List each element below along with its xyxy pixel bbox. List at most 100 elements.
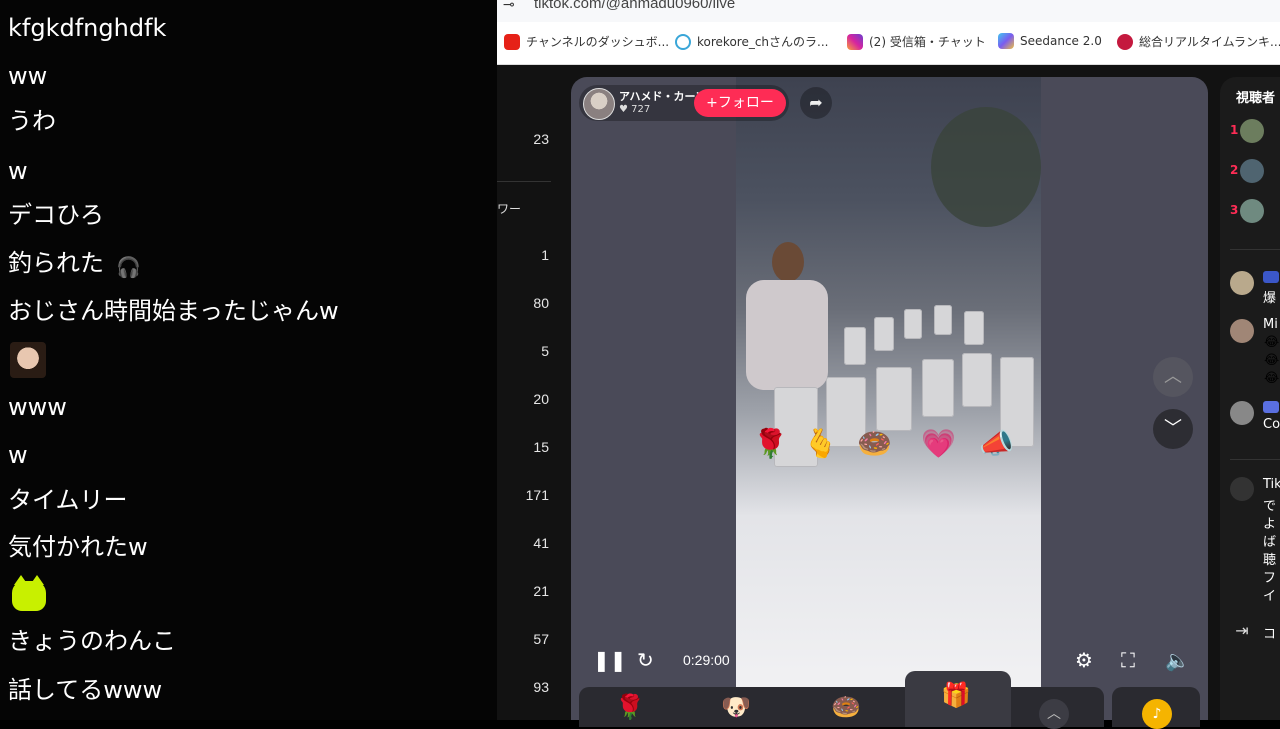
chat-message: www [8, 393, 67, 421]
chat-message: うわ [8, 107, 56, 135]
refresh-icon[interactable]: ↻ [637, 648, 654, 672]
expand-gifts-icon[interactable]: ︿ [1039, 699, 1069, 729]
bookmark-item[interactable]: korekore_chさんのラ... [675, 33, 828, 50]
divider [497, 181, 551, 182]
ranking-list: 23 ワー 1 80 5 20 15 171 41 21 57 93 [497, 65, 557, 720]
like-count: ♥ 727 [619, 104, 650, 115]
live-video-player[interactable]: アハメド・カーン ♥ 727 +フォロー ➦ 🌹 🫰 🍩 💗 📣 ︿ ﹀ ❚❚ … [571, 77, 1208, 720]
divider [1230, 459, 1280, 460]
settings-icon[interactable]: ⚙ [1075, 648, 1093, 672]
ranking-icon [1117, 34, 1133, 50]
chat-message: w [8, 157, 28, 185]
bookmarks-bar: チャンネルのダッシュボ... korekore_chさんのラ... (2) 受信… [497, 22, 1280, 65]
level-badge [1263, 271, 1279, 283]
viewer-avatar[interactable] [1240, 119, 1264, 143]
headphones-icon: 🎧 [116, 255, 141, 279]
fullscreen-icon[interactable]: ⛶ [1121, 648, 1135, 672]
system-message-line: ば [1263, 535, 1277, 550]
tiktok-gift-icon[interactable]: 🎁 [941, 681, 971, 709]
coin-icon[interactable]: ♪ [1142, 699, 1172, 729]
chat-message: タイムリー [8, 486, 128, 514]
pause-icon[interactable]: ❚❚ [593, 648, 627, 672]
commenter-avatar[interactable] [1230, 401, 1254, 425]
rank-value: 80 [533, 295, 549, 311]
chat-message: 釣られた [8, 249, 104, 277]
comment-text: Co [1263, 417, 1280, 432]
chat-message: ww [8, 62, 48, 90]
donut-gift-icon: 🍩 [857, 427, 892, 460]
like-count-value: 727 [631, 104, 651, 115]
corgi-gift-icon[interactable]: 🐶 [721, 693, 751, 721]
bookmark-item[interactable]: チャンネルのダッシュボ... [504, 33, 669, 50]
streamer-name[interactable]: アハメド・カーン [619, 88, 706, 104]
bookmark-label: (2) 受信箱・チャット [869, 35, 986, 49]
donut-gift-icon[interactable]: 🍩 [831, 693, 861, 721]
rose-gift-icon[interactable]: 🌹 [615, 693, 645, 721]
rank-value: 23 [533, 131, 549, 147]
chat-message: おじさん時間始まったじゃんw [8, 297, 339, 325]
bookmark-label: Seedance 2.0 [1020, 34, 1102, 48]
stones-shape [764, 305, 1034, 487]
coin-bar: ♪ [1112, 687, 1200, 729]
seedance-icon [998, 33, 1014, 49]
finger-heart-gift-icon: 🫰 [803, 427, 838, 460]
chat-message: 話してるwww [8, 676, 163, 704]
follower-label: ワー [497, 202, 522, 216]
bookmark-item[interactable]: Seedance 2.0 [998, 33, 1102, 49]
gift-bar: 🌹 🐶 🍩 🎁 ︿ [579, 671, 1104, 729]
tree-shape [931, 107, 1041, 227]
volume-icon[interactable]: 🔈 [1165, 648, 1190, 672]
heart-gift-icon: 💗 [921, 427, 956, 460]
bookmark-item[interactable]: (2) 受信箱・チャット [847, 33, 986, 50]
rank-value: 93 [533, 679, 549, 695]
chat-message: デコひろ [8, 201, 104, 229]
laughing-emoji-icon: 😂 [1264, 335, 1280, 350]
chat-message: きょうのわんこ [8, 627, 176, 655]
viewer-rank: 3 [1230, 203, 1239, 217]
viewer-rank: 1 [1230, 123, 1239, 137]
chat-message: 気付かれたw [8, 533, 148, 561]
streamer-info[interactable]: アハメド・カーン ♥ 727 +フォロー [579, 85, 789, 121]
live-video-frame[interactable] [736, 77, 1041, 687]
viewer-avatar[interactable] [1240, 159, 1264, 183]
level-badge [1263, 401, 1279, 413]
featured-gift[interactable]: 🎁 [905, 671, 1011, 727]
bookmark-label: チャンネルのダッシュボ... [526, 35, 670, 49]
follow-button[interactable]: +フォロー [694, 89, 786, 117]
viewers-panel: 視聴者 1 2 3 爆 Mi 😂 😂 😂 Co Tik で よ ば 聴 フ イ … [1220, 77, 1280, 720]
previous-live-button[interactable]: ︿ [1153, 357, 1193, 397]
system-message-title: Tik [1263, 477, 1280, 492]
rank-value: 20 [533, 391, 549, 407]
bookmark-item[interactable]: 総合リアルタイムランキ... [1117, 33, 1280, 50]
live-timer: 0:29:00 [683, 652, 730, 668]
address-bar[interactable]: ⊸ tiktok.com/@ahmadu0960/live [497, 0, 1280, 22]
chat-message: w [8, 441, 28, 469]
tiktok-live-page: 23 ワー 1 80 5 20 15 171 41 21 57 93 アハメド・… [497, 65, 1280, 729]
comment-input-label[interactable]: コ [1263, 623, 1276, 642]
stream-icon [675, 34, 691, 50]
login-icon[interactable]: ⇥ [1230, 619, 1254, 643]
face-sticker-image [10, 342, 46, 378]
site-settings-icon[interactable]: ⊸ [503, 0, 515, 13]
megaphone-gift-icon: 📣 [979, 427, 1014, 460]
commenter-avatar[interactable] [1230, 271, 1254, 295]
laughing-emoji-icon: 😂 [1264, 353, 1280, 368]
viewer-avatar[interactable] [1240, 199, 1264, 223]
youtube-icon [504, 34, 520, 50]
rank-value: 1 [541, 247, 549, 263]
address-url[interactable]: tiktok.com/@ahmadu0960/live [534, 0, 735, 12]
system-message-line: フ [1263, 571, 1277, 586]
system-message-line: で [1263, 499, 1277, 514]
tiktok-icon [1230, 477, 1254, 501]
viewers-title: 視聴者 [1236, 91, 1276, 106]
comment-text: 爆 [1263, 291, 1277, 306]
streamer-avatar[interactable] [583, 88, 615, 120]
heart-icon: ♥ [619, 104, 632, 115]
instagram-icon [847, 34, 863, 50]
commenter-avatar[interactable] [1230, 319, 1254, 343]
rose-gift-icon: 🌹 [753, 427, 788, 460]
share-icon[interactable]: ➦ [800, 87, 832, 119]
rank-value: 21 [533, 583, 549, 599]
rank-value: 15 [533, 439, 549, 455]
next-live-button[interactable]: ﹀ [1153, 409, 1193, 449]
